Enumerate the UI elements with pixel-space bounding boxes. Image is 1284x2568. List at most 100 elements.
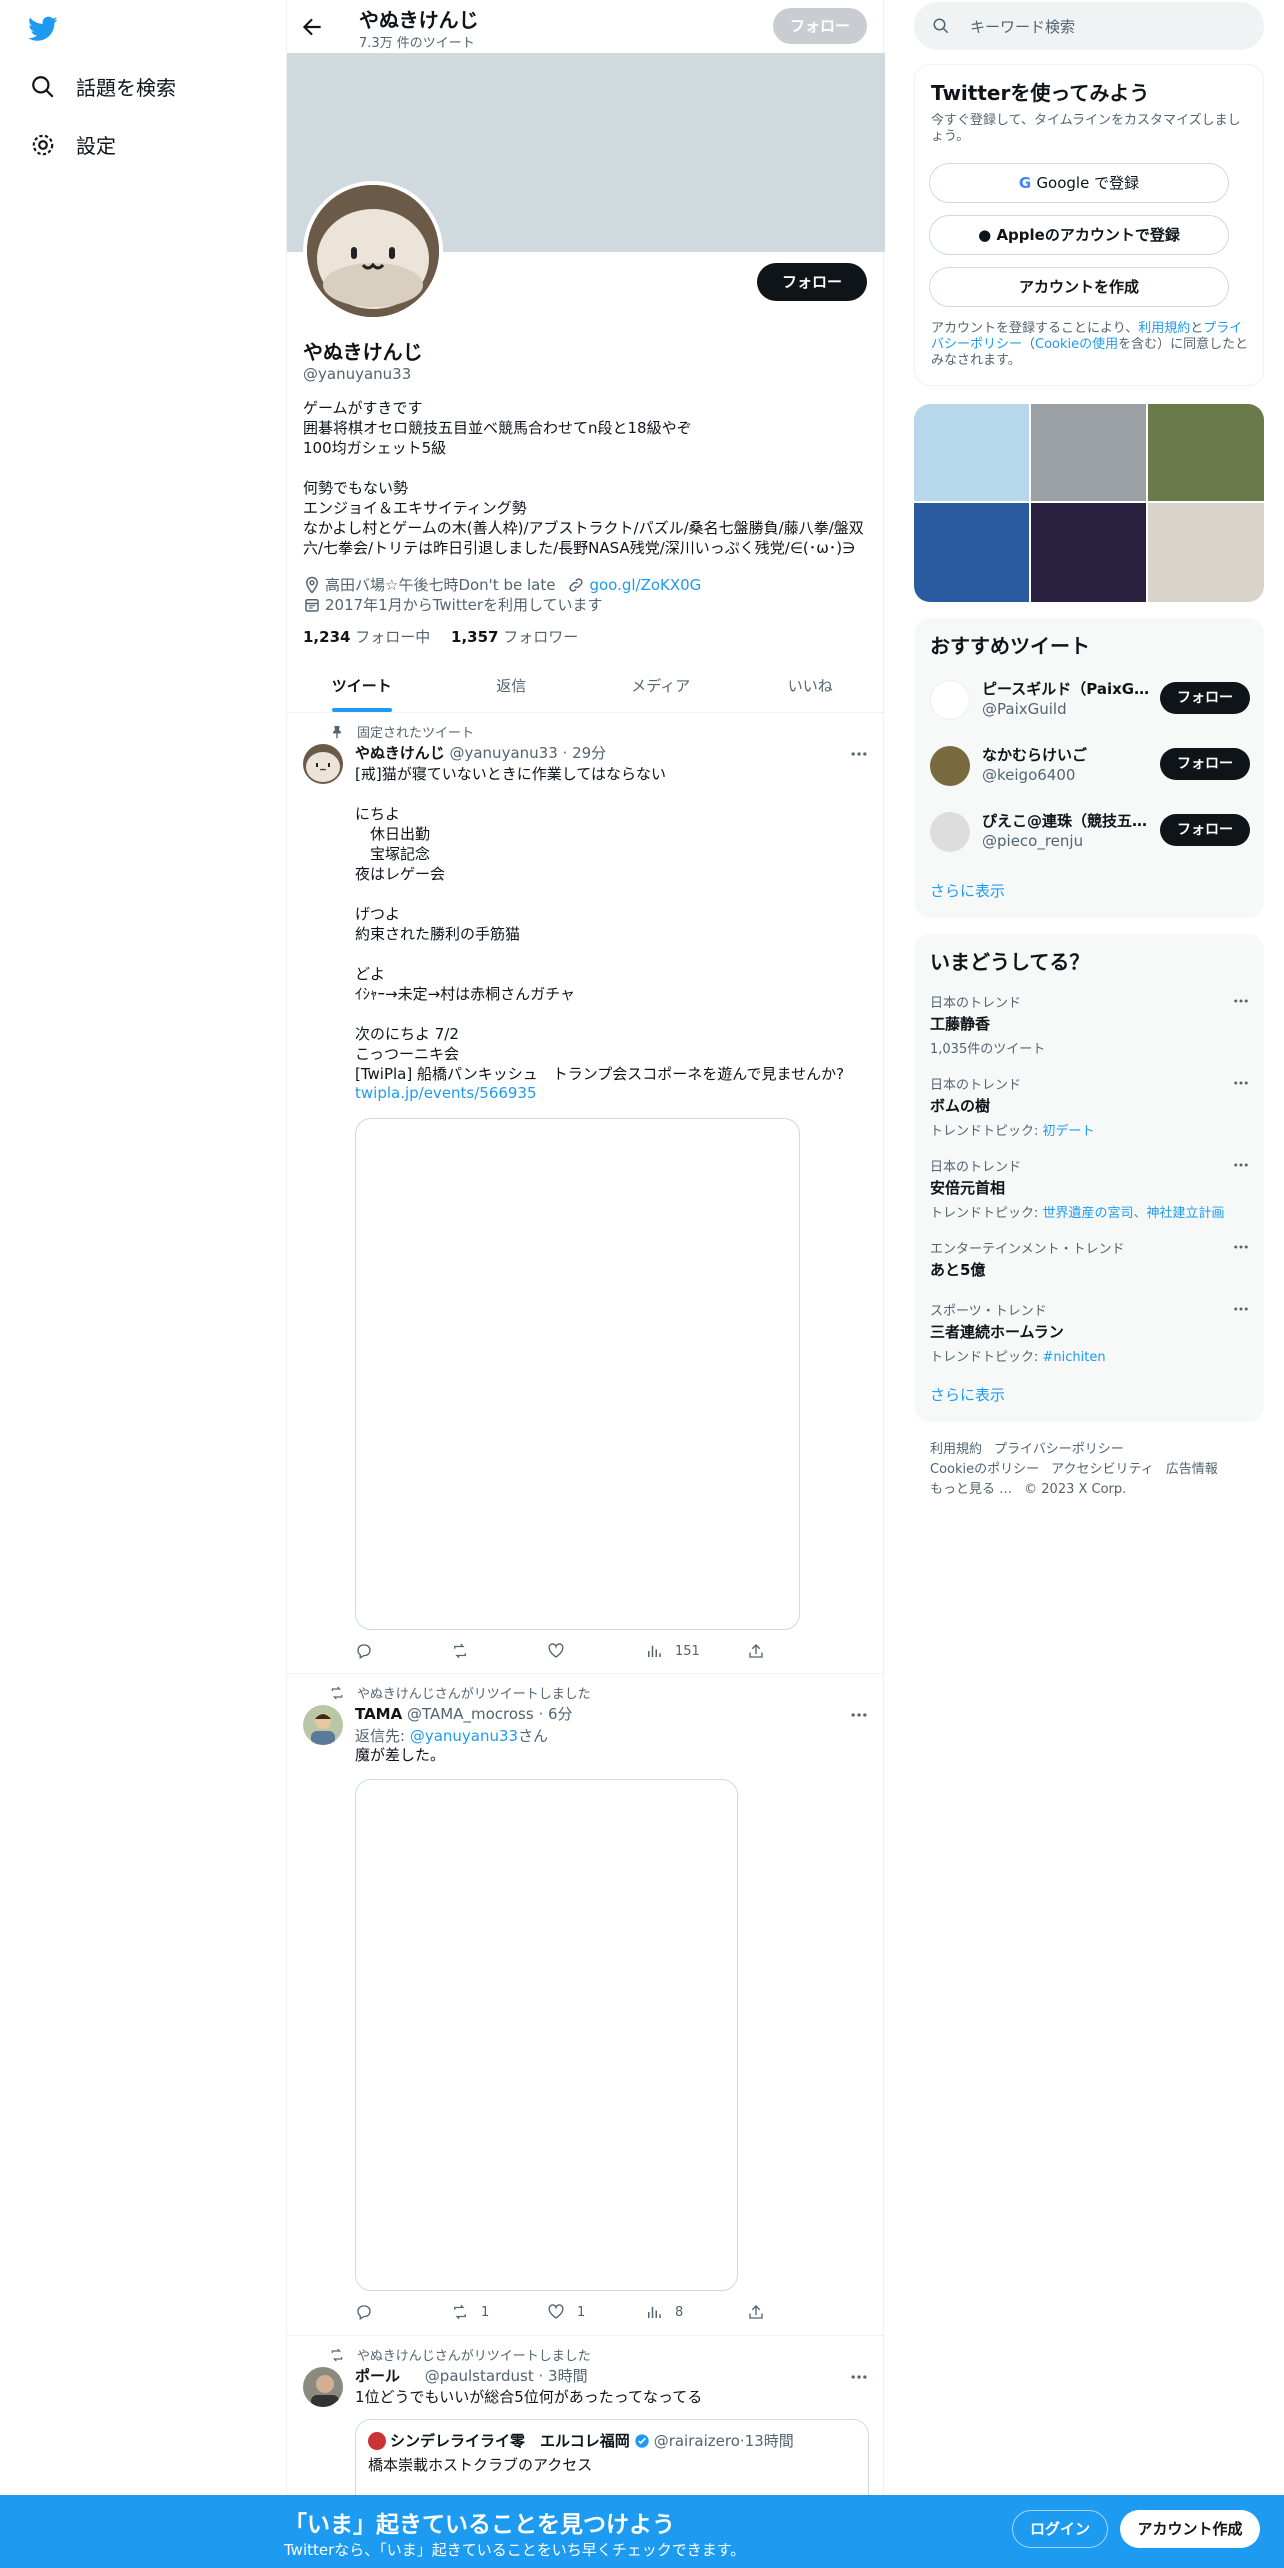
location-pin-icon [305,576,319,594]
tweet-item[interactable]: 固定されたツイート やぬきけんじ @yanuyanu33 · 29分 [戒]猫が… [287,714,885,1674]
reply-button[interactable] [355,1642,385,1660]
media-thumb[interactable] [1148,503,1264,602]
profile-joined: 2017年1月からTwitterを利用しています [325,596,603,614]
reply-to-handle[interactable]: @yanuyanu33 [410,1727,518,1745]
more-icon[interactable] [1232,1300,1250,1318]
tweet-time[interactable]: 3時間 [548,2367,588,2385]
user-name: ピースギルド（PaixGuild） [982,680,1152,698]
media-thumb[interactable] [1148,404,1264,501]
trend-item[interactable]: 日本のトレンド 安倍元首相 トレンドトピック: 世界遺産の宮司、神社建立計画 [930,1156,1250,1221]
recommended-user[interactable]: ぴえこ@連珠（競技五目並べ） @pieco_renju フォロー [930,806,1250,854]
tweet-author-handle[interactable]: @TAMA_mocross [407,1705,534,1723]
quote-header: シンデレライライ零 エルコレ福岡 @rairaizero · 13時間 [368,2430,794,2451]
more-icon[interactable] [1232,1156,1250,1174]
retweet-button[interactable]: 1 [451,2303,489,2321]
profile-avatar[interactable] [303,181,443,321]
footer-link[interactable]: もっと見る … [930,1482,1012,1497]
cookie-link[interactable]: Cookieの使用 [1035,337,1118,352]
tweet-author-name[interactable]: やぬきけんじ [355,744,445,762]
tab-replies[interactable]: 返信 [437,660,587,712]
tweet-link[interactable]: twipla.jp/events/566935 [355,1084,537,1102]
link-icon [569,577,584,592]
like-button[interactable] [547,1642,577,1660]
terms-link[interactable]: 利用規約 [1138,321,1190,336]
tweet-time[interactable]: 6分 [548,1705,573,1723]
profile-link[interactable]: goo.gl/ZoKX0G [589,576,701,594]
tweet-author-name[interactable]: TAMA [355,1705,402,1723]
more-icon[interactable] [1232,992,1250,1010]
google-signup-button[interactable]: G Google で登録 [929,163,1229,203]
more-icon[interactable] [1232,1074,1250,1092]
views-button[interactable]: 151 [645,1642,700,1660]
twitter-logo-icon[interactable] [28,16,58,42]
tweet-item[interactable]: やぬきけんじさんがリツイートしました ポール @paulstardust · 3… [287,2337,885,2509]
media-thumb[interactable] [914,404,1029,501]
trend-name: ボムの樹 [930,1097,991,1115]
share-button[interactable] [747,2303,777,2321]
retweet-icon [454,1643,466,1659]
recommended-user[interactable]: ピースギルド（PaixGuild） @PaixGuild フォロー [930,674,1250,722]
like-button[interactable]: 1 [547,2303,585,2321]
tweet-author-handle[interactable]: @paulstardust [425,2367,534,2385]
follow-button[interactable]: フォロー [1160,682,1250,714]
views-button[interactable]: 8 [645,2303,683,2321]
profile-joined-row: 2017年1月からTwitterを利用しています [303,594,603,615]
follow-button[interactable]: フォロー [1160,814,1250,846]
recommended-user[interactable]: なかむらけいご @keigo6400 フォロー [930,740,1250,788]
follow-button[interactable]: フォロー [757,263,867,301]
trend-sub: トレンドトピック: 初デート [930,1124,1095,1139]
following-link[interactable]: 1,234 フォロー中 [303,628,430,646]
more-icon[interactable] [849,744,869,764]
reply-button[interactable] [355,2303,385,2321]
tweet-author-avatar[interactable] [303,2367,343,2407]
tweet-media[interactable] [355,1118,800,1630]
trend-item[interactable]: スポーツ・トレンド 三者連続ホームラン トレンドトピック: #nichiten [930,1300,1250,1365]
tweet-author-avatar[interactable] [303,1705,343,1745]
nav-explore[interactable]: 話題を検索 [30,72,176,101]
profile-column: やぬきけんじ 7.3万 件のツイート フォロー フォロー やぬきけんじ @yan… [286,0,886,2568]
user-name: なかむらけいご [982,746,1088,764]
user-avatar [930,812,970,852]
followers-link[interactable]: 1,357 フォロワー [451,628,578,646]
media-thumb[interactable] [914,503,1029,602]
media-thumb[interactable] [1031,404,1146,501]
nav-settings[interactable]: 設定 [30,130,116,159]
header-follow-button[interactable]: フォロー [773,8,867,44]
footer-link[interactable]: Cookieのポリシー [930,1462,1039,1477]
create-account-button[interactable]: アカウントを作成 [929,267,1229,307]
recommended-card: おすすめツイート ピースギルド（PaixGuild） @PaixGuild フォ… [914,618,1264,918]
search-input[interactable]: キーワード検索 [914,2,1264,50]
show-more-link[interactable]: さらに表示 [930,1384,1005,1405]
more-icon[interactable] [849,1705,869,1725]
signup-button[interactable]: アカウント作成 [1120,2510,1260,2548]
tweet-media[interactable] [355,1779,738,2291]
media-thumb[interactable] [1031,503,1146,602]
tab-likes[interactable]: いいね [736,660,886,712]
footer-link[interactable]: アクセシビリティ [1051,1462,1154,1477]
login-button[interactable]: ログイン [1012,2510,1108,2548]
footer-link[interactable]: プライバシーポリシー [994,1442,1124,1457]
quote-author-name: シンデレライライ零 エルコレ福岡 [390,2432,630,2450]
nav-explore-label: 話題を検索 [76,76,176,100]
share-button[interactable] [747,1642,777,1660]
tab-media[interactable]: メディア [586,660,736,712]
more-icon[interactable] [849,2367,869,2387]
show-more-link[interactable]: さらに表示 [930,880,1005,901]
apple-signup-button[interactable]: ● Appleのアカウントで登録 [929,215,1229,255]
trend-item[interactable]: エンターテインメント・トレンド あと5億 [930,1238,1250,1280]
trend-item[interactable]: 日本のトレンド 工藤静香 1,035件のツイート [930,992,1250,1057]
tweet-item[interactable]: やぬきけんじさんがリツイートしました TAMA @TAMA_mocross · … [287,1675,885,2336]
footer-link[interactable]: 利用規約 [930,1442,982,1457]
follow-button[interactable]: フォロー [1160,748,1250,780]
tweet-author-avatar[interactable] [303,744,343,784]
tab-tweets[interactable]: ツイート [287,660,437,712]
tweet-author-handle[interactable]: @yanuyanu33 [449,744,557,762]
more-icon[interactable] [1232,1238,1250,1256]
trend-item[interactable]: 日本のトレンド ボムの樹 トレンドトピック: 初デート [930,1074,1250,1139]
tweet-author-name[interactable]: ポール [355,2367,400,2385]
footer-link[interactable]: 広告情報 [1166,1462,1218,1477]
back-arrow-icon[interactable] [299,14,325,40]
retweet-button[interactable] [451,1642,481,1660]
tweet-time[interactable]: 29分 [572,744,606,762]
search-placeholder: キーワード検索 [970,17,1076,36]
